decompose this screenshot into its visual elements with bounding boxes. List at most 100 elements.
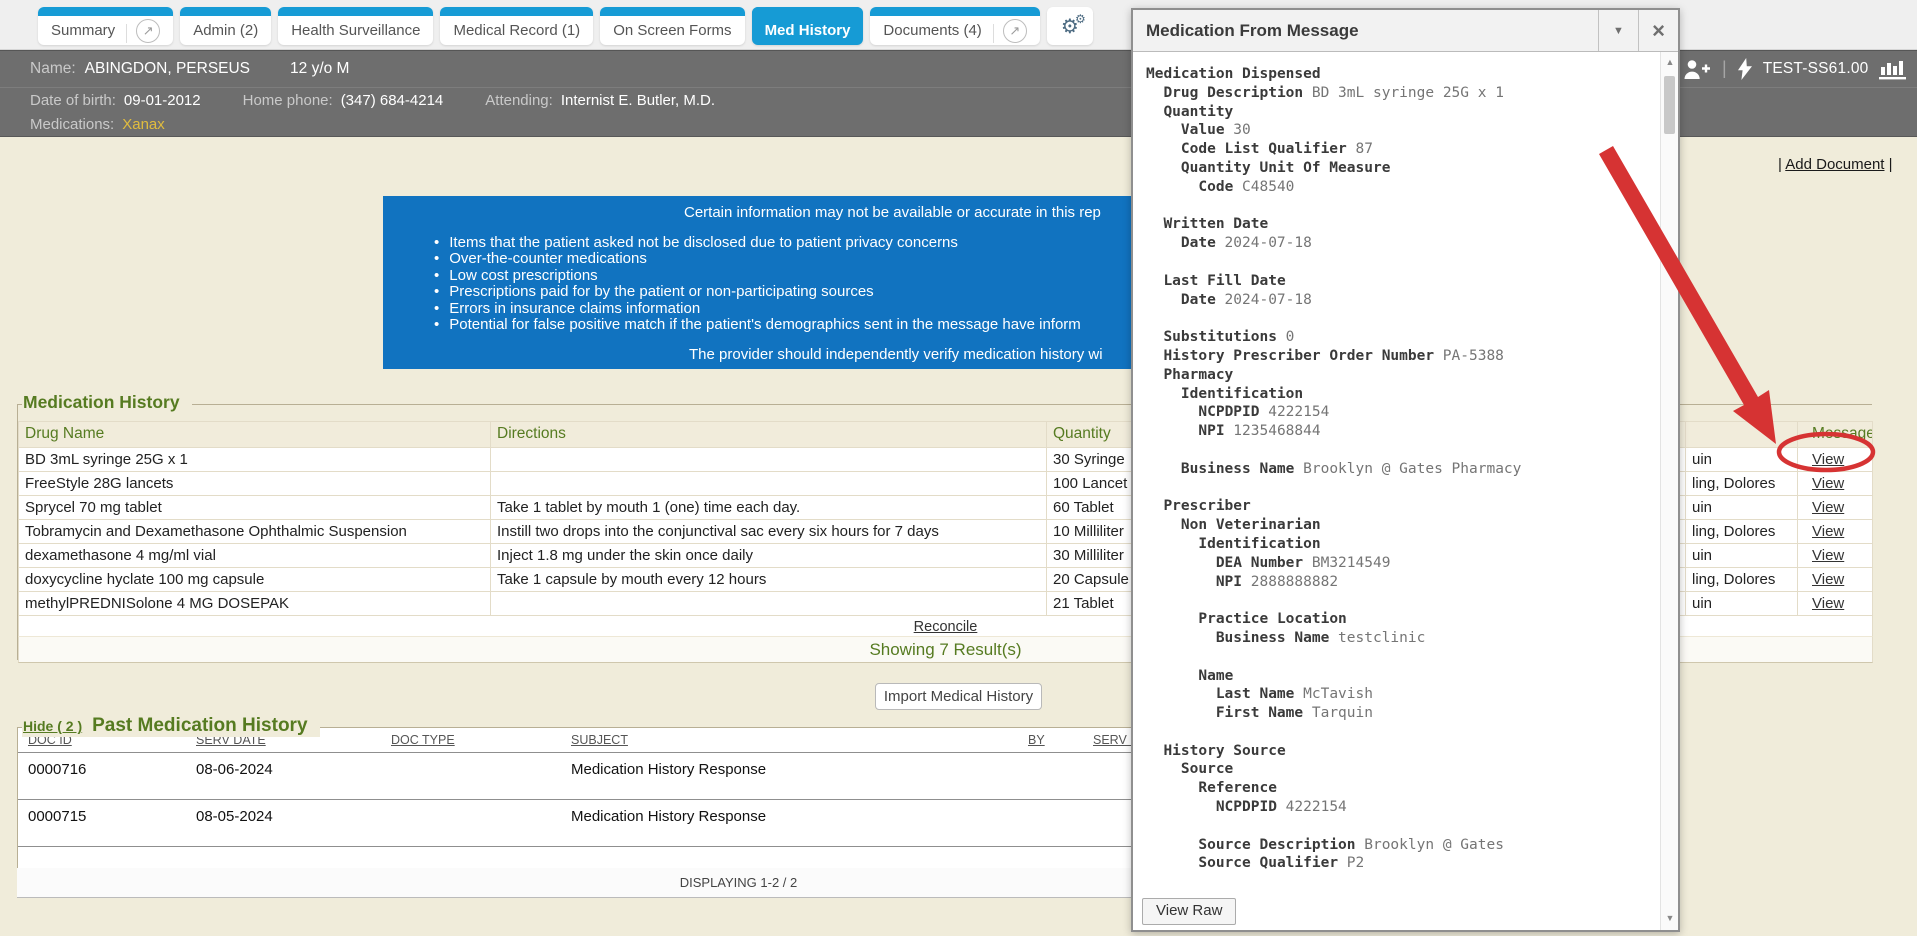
modal-blank-line [1146, 441, 1658, 460]
ehr-med-history-screen: Summary↗Admin (2)Health SurveillanceMedi… [0, 0, 1917, 936]
view-message-link[interactable]: View [1812, 571, 1844, 588]
circled-arrow-icon[interactable]: ↗ [136, 19, 160, 43]
scroll-up-icon[interactable]: ▲ [1661, 57, 1679, 67]
reconcile-link[interactable]: Reconcile [914, 619, 978, 635]
tab-divider [126, 24, 127, 43]
drug-name-cell: FreeStyle 28G lancets [18, 472, 491, 496]
tab-medical-record-1[interactable]: Medical Record (1) [440, 7, 593, 45]
directions-cell [491, 592, 1047, 616]
tab-bar-tabs: Summary↗Admin (2)Health SurveillanceMedi… [38, 7, 1093, 45]
col-header-by[interactable]: BY [1018, 733, 1083, 752]
message-cell: View [1798, 496, 1873, 520]
patient-phone: (347) 684-4214 [341, 92, 444, 109]
modal-data-line: Identification [1146, 535, 1658, 554]
directions-cell [491, 448, 1047, 472]
message-cell: View [1798, 592, 1873, 616]
modal-data-line: Quantity [1146, 103, 1658, 122]
view-message-link[interactable]: View [1812, 499, 1844, 516]
tab-summary[interactable]: Summary↗ [38, 7, 173, 45]
view-message-link[interactable]: View [1812, 451, 1844, 468]
tab-med-history[interactable]: Med History [752, 7, 864, 45]
modal-data-line: Date 2024-07-18 [1146, 291, 1658, 310]
add-document-link[interactable]: Add Document [1785, 156, 1884, 173]
view-message-link[interactable]: View [1812, 523, 1844, 540]
directions-cell [491, 472, 1047, 496]
medications-value[interactable]: Xanax [122, 116, 165, 133]
modal-data-line: Identification [1146, 385, 1658, 404]
circled-arrow-icon[interactable]: ↗ [1003, 19, 1027, 43]
patient-name: ABINGDON, PERSEUS [85, 60, 250, 78]
modal-data-line: Date 2024-07-18 [1146, 234, 1658, 253]
advisory-bullet: Errors in insurance claims information [434, 301, 1081, 317]
view-message-link[interactable]: View [1812, 547, 1844, 564]
modal-title-bar[interactable]: Medication From Message ▼ × [1133, 10, 1678, 52]
view-message-link[interactable]: View [1812, 595, 1844, 612]
modal-data-line: History Prescriber Order Number PA-5388 [1146, 347, 1658, 366]
serv-date-cell: 08-06-2024 [186, 753, 381, 799]
banner-icon-group: | TEST-SS61.00 [1683, 57, 1907, 80]
modal-data-line: Medication Dispensed [1146, 65, 1658, 84]
past-medication-history-title: Hide ( 2 ) Past Medication History [22, 715, 320, 737]
col-header-subject[interactable]: SUBJECT [561, 733, 1018, 752]
modal-blank-line [1146, 723, 1658, 742]
tab-health-surveillance[interactable]: Health Surveillance [278, 7, 433, 45]
col-header-directions[interactable]: Directions [491, 421, 1047, 448]
tab-label: Documents (4) [883, 22, 981, 39]
patient-dob: 09-01-2012 [124, 92, 201, 109]
modal-collapse-button[interactable]: ▼ [1598, 10, 1638, 51]
by-cell [1018, 753, 1083, 799]
modal-blank-line [1146, 309, 1658, 328]
scrollbar-thumb[interactable] [1664, 76, 1675, 134]
col-header-drug-name[interactable]: Drug Name [18, 421, 491, 448]
advisory-heading: Certain information may not be available… [684, 204, 1101, 221]
modal-data-line: Business Name testclinic [1146, 629, 1658, 648]
hide-link[interactable]: Hide ( 2 ) [23, 718, 82, 734]
close-icon: × [1652, 18, 1665, 44]
message-cell: View [1798, 568, 1873, 592]
modal-close-button[interactable]: × [1638, 10, 1678, 51]
modal-data-line: History Source [1146, 742, 1658, 761]
chart-icon[interactable] [1879, 57, 1907, 80]
add-document: | Add Document | [1778, 156, 1893, 173]
modal-data-line: Value 30 [1146, 121, 1658, 140]
lightning-icon[interactable] [1738, 58, 1752, 80]
col-header-doc-type[interactable]: DOC TYPE [381, 733, 561, 752]
modal-data-line: NPI 1235468844 [1146, 422, 1658, 441]
serv-date-cell: 08-05-2024 [186, 800, 381, 846]
tab-label: On Screen Forms [613, 22, 731, 39]
tab-divider [993, 24, 994, 43]
settings-button[interactable]: ⚙⚙ [1047, 7, 1093, 45]
modal-data-line: Reference [1146, 779, 1658, 798]
drug-name-cell: Tobramycin and Dexamethasone Ophthalmic … [18, 520, 491, 544]
patient-attending: Internist E. Butler, M.D. [561, 92, 715, 109]
advisory-bullet: Prescriptions paid for by the patient or… [434, 284, 1081, 300]
modal-data-line: Pharmacy [1146, 366, 1658, 385]
subject-cell: Medication History Response [561, 800, 1018, 846]
modal-scrollbar[interactable]: ▲ ▼ [1660, 52, 1678, 930]
add-user-icon[interactable] [1683, 58, 1711, 80]
past-history-title-text: Past Medication History [92, 715, 307, 737]
scroll-down-icon[interactable]: ▼ [1661, 913, 1679, 923]
tab-documents-4[interactable]: Documents (4) ↗ [870, 7, 1039, 45]
modal-data-line: NCPDPID 4222154 [1146, 798, 1658, 817]
advisory-bullet-list: Items that the patient asked not be disc… [434, 235, 1081, 333]
message-cell: View [1798, 472, 1873, 496]
medications-label: Medications: [30, 116, 114, 133]
col-header-message: Message [1798, 421, 1873, 448]
prescriber-cell: ling, Dolores [1686, 520, 1798, 544]
modal-title: Medication From Message [1133, 10, 1598, 51]
workstation-id: TEST-SS61.00 [1763, 60, 1869, 78]
tab-on-screen-forms[interactable]: On Screen Forms [600, 7, 744, 45]
advisory-bullet: Low cost prescriptions [434, 268, 1081, 284]
subject-cell: Medication History Response [561, 753, 1018, 799]
message-cell: View [1798, 544, 1873, 568]
modal-data-line: Drug Description BD 3mL syringe 25G x 1 [1146, 84, 1658, 103]
tab-admin-2[interactable]: Admin (2) [180, 7, 271, 45]
import-medical-history-button[interactable]: Import Medical History [875, 683, 1042, 710]
modal-data-line: Source Qualifier P2 [1146, 854, 1658, 873]
modal-data-line: Source Description Brooklyn @ Gates [1146, 836, 1658, 855]
view-message-link[interactable]: View [1812, 475, 1844, 492]
view-raw-button[interactable]: View Raw [1142, 898, 1236, 925]
dob-label: Date of birth: [30, 92, 116, 109]
modal-data-line: Last Fill Date [1146, 272, 1658, 291]
